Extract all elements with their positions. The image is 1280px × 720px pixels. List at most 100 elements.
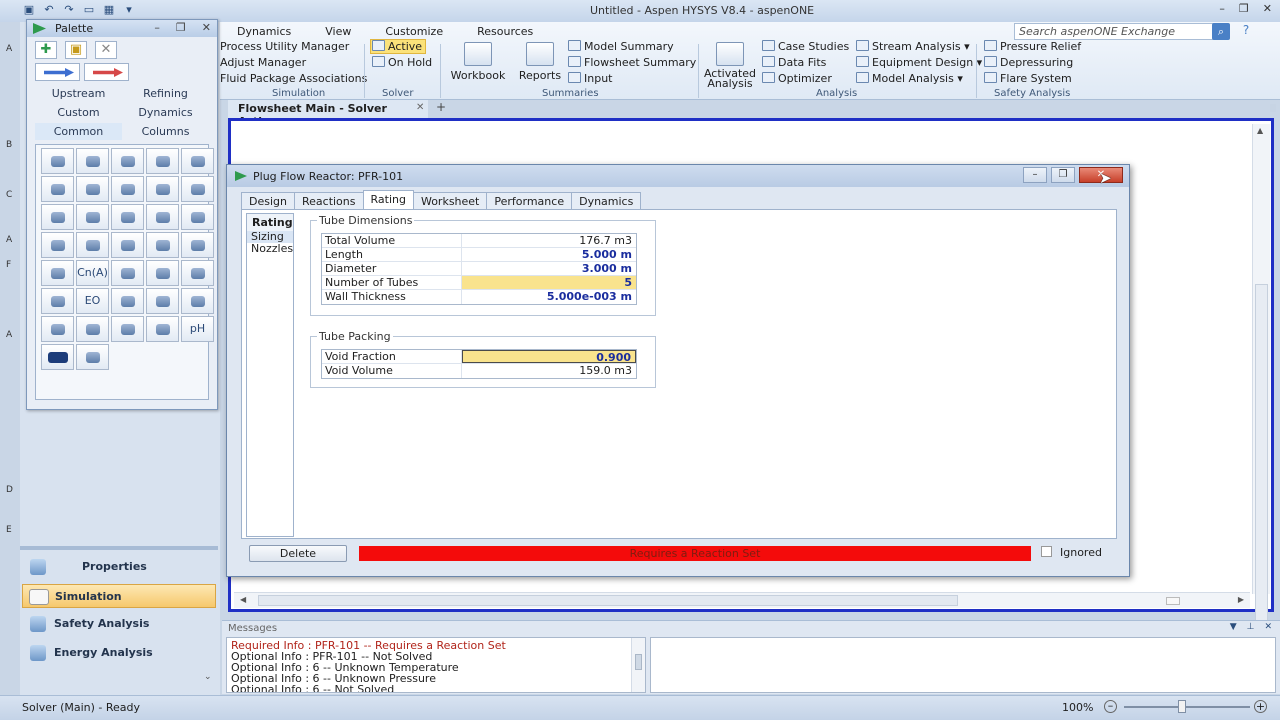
help-icon[interactable]: ? — [1238, 23, 1254, 40]
spreadsheet-icon[interactable] — [146, 260, 179, 286]
tab-view[interactable]: View — [308, 24, 368, 39]
depressuring-button[interactable]: Depressuring — [984, 56, 1073, 69]
air-cooler-icon[interactable] — [111, 176, 144, 202]
checkbox-icon[interactable] — [1041, 546, 1052, 557]
save-icon[interactable]: ▣ — [22, 3, 36, 17]
process-utility-manager-button[interactable]: Process Utility Manager — [220, 40, 349, 53]
palette-title-bar[interactable]: Palette – ❐ ✕ — [27, 20, 217, 37]
flowsheet-horizontal-scrollbar[interactable]: ◀ ▶ — [234, 592, 1250, 608]
close-icon[interactable]: ✕ — [1263, 2, 1272, 15]
zoom-slider-thumb[interactable] — [1178, 700, 1186, 713]
expander-icon[interactable] — [41, 204, 74, 230]
total-volume-value[interactable]: 176.7 m3 — [462, 234, 636, 247]
search-input[interactable]: Search aspenONE Exchange — [1014, 23, 1228, 40]
messages-list[interactable]: Required Info : PFR-101 -- Requires a Re… — [226, 637, 646, 693]
category-upstream[interactable]: Upstream — [35, 85, 122, 102]
absorber-icon[interactable] — [146, 288, 179, 314]
pump-icon[interactable] — [181, 176, 214, 202]
undo-icon[interactable]: ↶ — [42, 3, 56, 17]
hydrocyclone-icon[interactable] — [41, 344, 74, 370]
tab-rating[interactable]: Rating — [362, 190, 414, 211]
cooler-icon[interactable] — [76, 204, 109, 230]
activated-analysis-button[interactable]: Activated Analysis — [702, 42, 758, 89]
maximize-icon[interactable]: ❐ — [176, 21, 186, 34]
set-icon[interactable] — [181, 260, 214, 286]
dialog-title-bar[interactable]: Plug Flow Reactor: PFR-101 – ❐ ✕ ➤ — [227, 165, 1129, 187]
nav-properties[interactable]: Properties — [22, 555, 216, 579]
energy-stream-button[interactable] — [84, 63, 129, 81]
close-icon[interactable]: ✕ — [1264, 622, 1272, 632]
minimize-icon[interactable]: – — [154, 21, 160, 34]
scroll-right-icon[interactable]: ▶ — [1238, 595, 1244, 604]
minimize-icon[interactable]: – — [1219, 2, 1225, 15]
minimize-icon[interactable]: – — [1023, 167, 1047, 183]
zoom-out-icon[interactable]: – — [1104, 700, 1117, 713]
messages-scrollbar[interactable] — [631, 638, 645, 692]
plug-flow-reactor-icon[interactable] — [181, 232, 214, 258]
heat-exchanger-icon[interactable] — [41, 176, 74, 202]
stream-analysis-button[interactable]: Stream Analysis ▾ — [856, 40, 970, 53]
redo-icon[interactable]: ↷ — [62, 3, 76, 17]
dropdown-icon[interactable]: ▾ — [122, 3, 136, 17]
valve-icon[interactable] — [181, 204, 214, 230]
tab-dynamics[interactable]: Dynamics — [220, 24, 308, 39]
compressor-icon[interactable] — [146, 148, 179, 174]
length-value[interactable]: 5.000 m — [462, 248, 636, 261]
lng-exchanger-icon[interactable] — [76, 176, 109, 202]
case-studies-button[interactable]: Case Studies — [762, 40, 849, 53]
scroll-thumb[interactable] — [258, 595, 958, 606]
reports-button[interactable]: Reports — [512, 42, 568, 82]
tab-scroll-icon[interactable] — [1270, 104, 1276, 112]
pipe-segment-icon[interactable] — [146, 204, 179, 230]
fired-heater-icon[interactable] — [146, 176, 179, 202]
scroll-grip[interactable] — [1166, 597, 1180, 605]
tab-resources[interactable]: Resources — [460, 24, 550, 39]
heater-icon[interactable] — [181, 148, 214, 174]
recycle-icon[interactable] — [111, 260, 144, 286]
column-icon[interactable] — [111, 288, 144, 314]
tee-icon[interactable] — [111, 232, 144, 258]
ignored-checkbox[interactable]: Ignored — [1041, 546, 1102, 559]
category-dynamics[interactable]: Dynamics — [122, 104, 209, 121]
flare-system-button[interactable]: Flare System — [984, 72, 1072, 85]
mixer-icon[interactable] — [76, 232, 109, 258]
scroll-thumb[interactable] — [635, 654, 642, 670]
add-icon[interactable]: ✚ — [35, 41, 57, 59]
distillation-icon[interactable] — [181, 288, 214, 314]
fluid-package-associations-button[interactable]: Fluid Package Associations — [220, 72, 367, 85]
equipment-design-button[interactable]: Equipment Design ▾ — [856, 56, 982, 69]
table-icon[interactable]: ▦ — [102, 3, 116, 17]
zoom-in-icon[interactable]: + — [1254, 700, 1267, 713]
gibbs-reactor-icon[interactable] — [76, 316, 109, 342]
eo-subflowsheet-icon[interactable]: EO — [76, 288, 109, 314]
nav-energy-analysis[interactable]: Energy Analysis — [22, 641, 216, 665]
tab-customize[interactable]: Customize — [368, 24, 460, 39]
maximize-icon[interactable]: ❐ — [1051, 167, 1075, 183]
adjust-manager-button[interactable]: Adjust Manager — [220, 56, 306, 69]
category-refining[interactable]: Refining — [122, 85, 209, 102]
cyclone-icon[interactable] — [76, 344, 109, 370]
nav-splitter[interactable] — [20, 546, 218, 550]
number-of-tubes-value[interactable]: 5 — [462, 276, 636, 289]
subnav-nozzles[interactable]: Nozzles — [247, 243, 293, 255]
separator-icon[interactable] — [41, 148, 74, 174]
component-splitter-icon[interactable]: Cn(A) — [76, 260, 109, 286]
tank-icon[interactable] — [111, 148, 144, 174]
new-tab-icon[interactable]: + — [436, 100, 446, 114]
scroll-left-icon[interactable]: ◀ — [240, 595, 246, 604]
pin-icon[interactable]: ⊥ — [1247, 622, 1255, 632]
void-volume-value[interactable]: 159.0 m3 — [462, 364, 636, 378]
search-icon[interactable]: ⌕ — [1212, 23, 1230, 40]
recycle-pump-icon[interactable] — [111, 204, 144, 230]
solver-active-button[interactable]: Active — [372, 40, 422, 53]
relief-valve-icon[interactable] — [41, 232, 74, 258]
close-tab-icon[interactable]: ✕ — [416, 102, 424, 113]
wall-thickness-value[interactable]: 5.000e-003 m — [462, 290, 636, 304]
lock-icon[interactable]: ▣ — [65, 41, 87, 59]
model-analysis-button[interactable]: Model Analysis ▾ — [856, 72, 963, 85]
reactor-icon[interactable] — [146, 232, 179, 258]
optimizer-button[interactable]: Optimizer — [762, 72, 832, 85]
nav-safety-analysis[interactable]: Safety Analysis — [22, 612, 216, 636]
model-summary-button[interactable]: Model Summary — [568, 40, 674, 53]
void-fraction-input[interactable]: 0.900 — [462, 350, 636, 364]
